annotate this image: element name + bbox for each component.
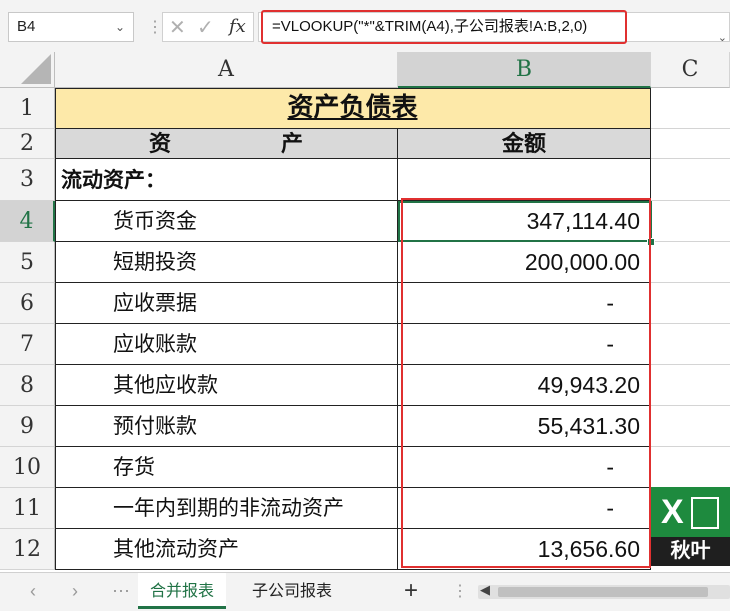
logo-letter: X: [661, 493, 684, 531]
formula-text[interactable]: =VLOOKUP("*"&TRIM(A4),子公司报表!A:B,2,0): [261, 10, 627, 44]
cell-b3[interactable]: [398, 159, 651, 201]
chevron-down-icon[interactable]: ⌄: [115, 13, 125, 41]
qiuye-logo: X 秋叶: [651, 487, 730, 566]
scroll-thumb[interactable]: [498, 587, 708, 597]
expand-formula-icon[interactable]: ⌄: [718, 31, 727, 44]
row-header-1[interactable]: 1: [0, 88, 55, 129]
horizontal-scrollbar[interactable]: ◀: [478, 582, 730, 599]
section-label[interactable]: 流动资产：: [55, 159, 398, 201]
row-header-8[interactable]: 8: [0, 365, 55, 406]
select-all-corner[interactable]: [0, 52, 55, 88]
spreadsheet-icon: [691, 497, 719, 529]
row-header-2[interactable]: 2: [0, 129, 55, 159]
fx-icon[interactable]: fx: [229, 16, 246, 37]
tab-merged-report[interactable]: 合并报表: [138, 573, 227, 609]
name-box[interactable]: B4 ⌄: [8, 12, 134, 42]
scroll-left-icon[interactable]: ◀: [480, 582, 490, 598]
asset-label[interactable]: 预付账款: [55, 406, 398, 447]
row-header-12[interactable]: 12: [0, 529, 55, 570]
asset-amount[interactable]: -: [398, 488, 651, 529]
header-asset[interactable]: 资 产: [55, 129, 398, 159]
asset-label[interactable]: 应收账款: [55, 324, 398, 365]
asset-label[interactable]: 应收票据: [55, 283, 398, 324]
logo-caption: 秋叶: [670, 540, 711, 562]
formula-buttons: ✕ ✓ fx: [162, 12, 254, 42]
sheet-title[interactable]: 资产负债表: [55, 88, 651, 129]
asset-label[interactable]: 其他流动资产: [55, 529, 398, 570]
separator-dots-icon: ⋮: [147, 19, 163, 36]
row-header-11[interactable]: 11: [0, 488, 55, 529]
row-header-6[interactable]: 6: [0, 283, 55, 324]
asset-label[interactable]: 货币资金: [55, 201, 398, 242]
add-sheet-button[interactable]: +: [404, 577, 418, 605]
fill-handle[interactable]: [647, 238, 655, 246]
asset-amount[interactable]: 200,000.00: [398, 242, 651, 283]
separator-dots-icon: ⋮: [452, 583, 468, 600]
header-amount[interactable]: 金额: [398, 129, 651, 159]
asset-label[interactable]: 短期投资: [55, 242, 398, 283]
row-header-3[interactable]: 3: [0, 159, 55, 201]
asset-amount[interactable]: 13,656.60: [398, 529, 651, 570]
close-icon[interactable]: ✕: [169, 15, 186, 40]
asset-amount[interactable]: -: [398, 283, 651, 324]
asset-label[interactable]: 其他应收款: [55, 365, 398, 406]
asset-label[interactable]: 一年内到期的非流动资产: [55, 488, 398, 529]
asset-label[interactable]: 存货: [55, 447, 398, 488]
row-header-5[interactable]: 5: [0, 242, 55, 283]
row-header-4[interactable]: 4: [0, 201, 55, 242]
column-header-b[interactable]: B: [398, 52, 651, 88]
column-header-c[interactable]: C: [651, 52, 730, 88]
more-dots-icon[interactable]: ⋯: [112, 581, 130, 602]
tab-subsidiary-report[interactable]: 子公司报表: [240, 573, 344, 609]
check-icon[interactable]: ✓: [197, 15, 214, 40]
asset-amount[interactable]: 55,431.30: [398, 406, 651, 447]
asset-amount[interactable]: 49,943.20: [398, 365, 651, 406]
sheet-tab-bar: ‹ › ⋯ 合并报表 子公司报表 + ⋮ ◀: [0, 572, 730, 611]
name-box-value: B4: [17, 18, 36, 35]
chevron-left-icon[interactable]: ‹: [30, 581, 36, 602]
column-header-a[interactable]: A: [55, 52, 398, 88]
asset-amount[interactable]: -: [398, 324, 651, 365]
row-header-7[interactable]: 7: [0, 324, 55, 365]
active-cell-outline: [398, 201, 652, 242]
asset-amount[interactable]: -: [398, 447, 651, 488]
formula-bar: B4 ⌄ ⋮ ✕ ✓ fx ⌄ =VLOOKUP("*"&TRIM(A4),子公…: [0, 0, 730, 52]
row-header-9[interactable]: 9: [0, 406, 55, 447]
chevron-right-icon[interactable]: ›: [72, 581, 78, 602]
row-header-10[interactable]: 10: [0, 447, 55, 488]
